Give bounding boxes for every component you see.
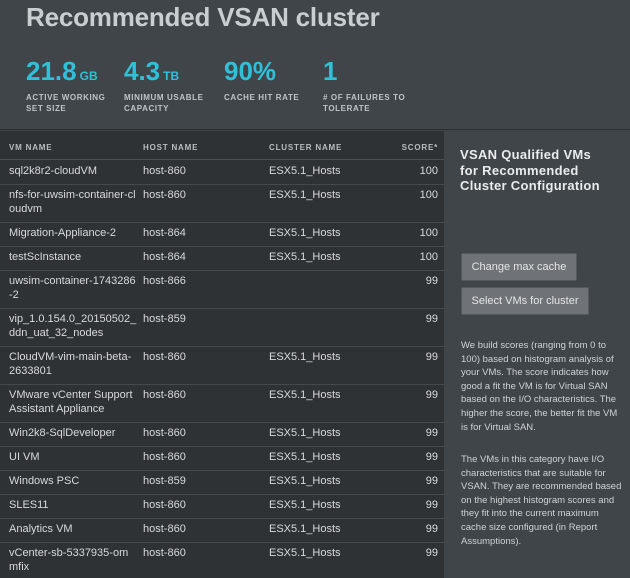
score-cell: 99 [425,451,438,463]
score-cell: 100 [419,251,438,263]
host-name-cell: host-860 [143,427,186,439]
score-cell: 100 [419,227,438,239]
score-cell: 99 [425,389,438,401]
vm-name-cell: vCenter-sb-5337935-ommfix [9,547,129,573]
host-name-cell: host-860 [143,351,186,363]
recommendation-panel: VSAN Qualified VMs for Recommended Clust… [444,131,630,578]
vm-name-cell: nfs-for-uwsim-container-cloudvm [9,189,136,215]
stat-value: 90% [224,56,277,86]
table-row[interactable]: SLES11 host-860 ESX5.1_Hosts 99 [0,494,444,519]
stat-cache-hit-rate: 90% Cache hit rate [224,56,322,103]
table-row[interactable]: testScInstance host-864 ESX5.1_Hosts 100 [0,246,444,271]
score-cell: 99 [425,475,438,487]
header: Recommended VSAN cluster 21.8 GB Active w… [0,0,630,130]
stat-value: 1 [323,56,338,86]
cluster-name-cell: ESX5.1_Hosts [269,475,341,487]
host-name-cell: host-859 [143,313,186,325]
score-cell: 100 [419,189,438,201]
vm-name-cell: VMware vCenter Support Assistant Applian… [9,389,133,415]
change-max-cache-button[interactable]: Change max cache [461,253,577,281]
vm-name-cell: UI VM [9,451,40,463]
score-explanation: We build scores (ranging from 0 to 100) … [461,340,618,433]
table-row[interactable]: UI VM host-860 ESX5.1_Hosts 99 [0,446,444,471]
score-cell: 99 [425,313,438,325]
host-name-cell: host-860 [143,451,186,463]
panel-title: VSAN Qualified VMs for Recommended Clust… [460,147,600,193]
table-row[interactable]: sql2k8r2-cloudVM host-860 ESX5.1_Hosts 100 [0,160,444,185]
table-row[interactable]: uwsim-container-1743286-2 host-866 99 [0,270,444,309]
table-row[interactable]: CloudVM-vim-main-beta-2633801 host-860 ESX… [0,346,444,385]
vm-name-cell: sql2k8r2-cloudVM [9,165,98,177]
table-row[interactable]: Win2k8-SqlDeveloper host-860 ESX5.1_Hosts 9… [0,422,444,447]
stat-label: # of failures to tolerate [323,93,406,113]
score-cell: 99 [425,499,438,511]
vm-table: VM NAME HOST NAME CLUSTER NAME SCORE* sq… [0,131,444,578]
score-cell: 99 [425,275,438,287]
stat-usable-capacity: 4.3 TB Minimum usable capacity [124,56,222,114]
table-header: VM NAME HOST NAME CLUSTER NAME SCORE* [0,131,444,160]
host-name-cell: host-860 [143,523,186,535]
column-cluster-name[interactable]: CLUSTER NAME [269,143,342,152]
score-cell: 100 [419,165,438,177]
column-vm-name[interactable]: VM NAME [9,143,52,152]
host-name-cell: host-860 [143,189,186,201]
table-row[interactable]: Migration-Appliance-2 host-864 ESX5.1_Host… [0,222,444,247]
host-name-cell: host-860 [143,547,186,559]
host-name-cell: host-859 [143,475,186,487]
host-name-cell: host-860 [143,499,186,511]
vm-name-cell: Migration-Appliance-2 [9,227,116,239]
vm-name-cell: vip_1.0.154.0_20150502_ddn_uat_32_nodes [9,313,137,339]
cluster-name-cell: ESX5.1_Hosts [269,451,341,463]
host-name-cell: host-864 [143,227,186,239]
cluster-name-cell: ESX5.1_Hosts [269,499,341,511]
host-name-cell: host-860 [143,389,186,401]
stat-value: 4.3 TB [124,56,180,86]
cluster-name-cell: ESX5.1_Hosts [269,389,341,401]
host-name-cell: host-860 [143,165,186,177]
score-cell: 99 [425,547,438,559]
table-row[interactable]: Windows PSC host-859 ESX5.1_Hosts 99 [0,470,444,495]
vm-name-cell: Windows PSC [9,475,80,487]
cluster-name-cell: ESX5.1_Hosts [269,189,341,201]
host-name-cell: host-866 [143,275,186,287]
stat-label: Minimum usable capacity [124,93,204,113]
vm-name-cell: testScInstance [9,251,82,263]
host-name-cell: host-864 [143,251,186,263]
stat-working-set: 21.8 GB Active working set size [26,56,124,114]
select-vms-for-cluster-button[interactable]: Select VMs for cluster [461,287,589,315]
cluster-name-cell: ESX5.1_Hosts [269,547,341,559]
cluster-name-cell: ESX5.1_Hosts [269,251,341,263]
table-row[interactable]: vCenter-sb-5337935-ommfix host-860 ESX5.1_… [0,542,444,578]
vm-name-cell: uwsim-container-1743286-2 [9,275,136,301]
table-row[interactable]: VMware vCenter Support Assistant Applian… [0,384,444,423]
vm-name-cell: Analytics VM [9,523,73,535]
table-row[interactable]: nfs-for-uwsim-container-cloudvm host-860 E… [0,184,444,223]
vm-name-cell: CloudVM-vim-main-beta-2633801 [9,351,132,377]
vm-name-cell: SLES11 [9,499,49,511]
column-host-name[interactable]: HOST NAME [143,143,198,152]
table-row[interactable]: vip_1.0.154.0_20150502_ddn_uat_32_nodes h… [0,308,444,347]
score-cell: 99 [425,523,438,535]
stat-label: Active working set size [26,93,106,113]
score-cell: 99 [425,351,438,363]
cluster-name-cell: ESX5.1_Hosts [269,427,341,439]
stat-label: Cache hit rate [224,93,300,102]
stat-value: 21.8 GB [26,56,98,86]
column-score[interactable]: SCORE* [402,143,438,152]
cluster-name-cell: ESX5.1_Hosts [269,165,341,177]
score-cell: 99 [425,427,438,439]
vm-name-cell: Win2k8-SqlDeveloper [9,427,116,439]
divider [0,129,630,130]
stat-failures-to-tolerate: 1 # of failures to tolerate [323,56,421,114]
table-row[interactable]: Analytics VM host-860 ESX5.1_Hosts 99 [0,518,444,543]
cluster-name-cell: ESX5.1_Hosts [269,351,341,363]
cluster-name-cell: ESX5.1_Hosts [269,227,341,239]
category-explanation: The VMs in this category have I/O charac… [461,454,622,547]
cluster-name-cell: ESX5.1_Hosts [269,523,341,535]
page-title: Recommended VSAN cluster [26,2,380,32]
